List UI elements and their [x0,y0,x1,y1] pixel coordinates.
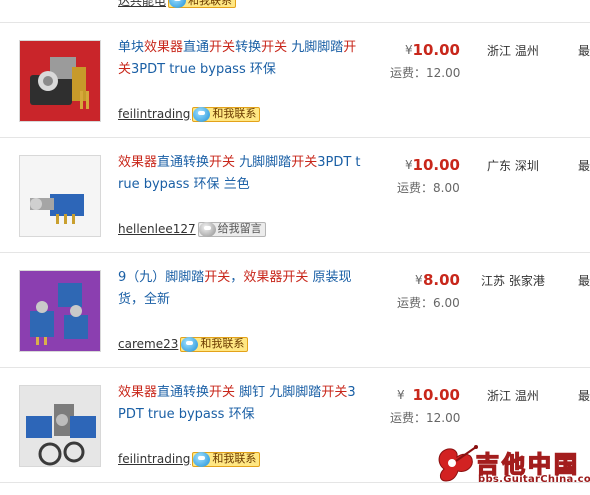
title-keyword-highlight: 效果器开关 [243,270,309,285]
title-text: 九脚脚踏 [235,155,292,170]
seller-link[interactable]: hellenlee127 [118,220,196,238]
listing-row: 9（九）脚脚踏开关，效果器开关 原装现货，全新 careme23 和我联系 ¥8.00… [0,253,590,368]
title-text: 单块 [118,40,145,55]
price: 10.00 [412,41,460,59]
partial-seller-row: 达共能电 和我联系 [118,0,237,9]
listing-row: 效果器直通转换开关 九脚脚踏开关3PDT true bypass 环保 兰色 he… [0,138,590,253]
title-text: 3PDT true bypass 环保 [131,62,276,77]
seller-location: 江苏 张家港 [481,274,545,288]
shipping-fee: 运费：6.00 [397,296,460,310]
product-title-link[interactable]: 效果器直通转换开关 脚钉 九脚脚踏开关3PDT true bypass 环保 [118,382,363,426]
truncated-column-text: 最近 [578,389,590,403]
title-keyword-highlight: 开关 [321,385,348,400]
seller-location: 浙江 温州 [487,44,539,58]
truncated-column-text: 最近 [578,44,590,58]
product-photo [20,156,100,236]
title-text: 转换 [235,40,262,55]
wangwang-icon [181,336,199,352]
title-text: 直通 [183,40,210,55]
title-keyword-highlight: 效果器 [118,385,158,400]
seller-link[interactable]: feilintrading [118,450,190,468]
product-thumbnail[interactable] [19,40,101,122]
guitar-logo-icon [438,445,478,482]
title-text: ， [230,270,244,285]
price: 10.00 [412,156,460,174]
seller-location: 广东 深圳 [487,159,539,173]
seller-link[interactable]: 达共能电 [118,0,166,9]
guitarchina-watermark: 吉他中国 bbs.GuitarChina.com [434,443,590,489]
product-thumbnail[interactable] [19,385,101,467]
listing-row: 单块效果器直通开关转换开关 九脚脚踏开关3PDT true bypass 环保 f… [0,23,590,138]
title-text: 脚钉 九脚脚踏 [235,385,322,400]
contact-label: 给我留言 [217,222,262,235]
contact-button[interactable]: 和我联系 [180,336,249,352]
title-keyword-highlight: 效果器 [118,155,158,170]
seller-link[interactable]: careme23 [118,335,178,353]
contact-label: 和我联系 [200,337,245,350]
title-keyword-highlight: 开关 [291,155,318,170]
seller-info: feilintrading 和我联系 [118,105,261,123]
price: 10.00 [412,386,460,404]
shipping-fee: 运费：8.00 [397,181,460,195]
product-thumbnail[interactable] [19,155,101,237]
seller-info: careme23 和我联系 [118,335,249,353]
title-keyword-highlight: 开关 [204,270,231,285]
title-keyword-highlight: 开关 [209,40,236,55]
product-photo [20,386,100,466]
wangwang-icon [193,106,211,122]
truncated-column-text: 最近 [578,274,590,288]
title-keyword-highlight: 开关 [209,155,236,170]
contact-label: 和我联系 [188,0,233,7]
product-photo [20,271,100,351]
product-title-link[interactable]: 效果器直通转换开关 九脚脚踏开关3PDT true bypass 环保 兰色 [118,152,363,196]
contact-label: 和我联系 [212,452,257,465]
title-text: 九脚脚踏 [287,40,344,55]
leave-message-button[interactable]: 给我留言 [197,221,266,237]
title-text: 直通转换 [157,155,210,170]
product-title-link[interactable]: 单块效果器直通开关转换开关 九脚脚踏开关3PDT true bypass 环保 [118,37,363,81]
contact-button[interactable]: 和我联系 [192,106,261,122]
wangwang-icon [193,451,211,467]
title-text: 直通转换 [157,385,210,400]
product-title-link[interactable]: 9（九）脚脚踏开关，效果器开关 原装现货，全新 [118,267,363,311]
seller-info: feilintrading 和我联系 [118,450,261,468]
title-text: 9（九）脚脚踏 [118,270,205,285]
title-keyword-highlight: 开关 [209,385,236,400]
shipping-fee: 运费：12.00 [390,411,461,425]
seller-info: hellenlee127 给我留言 [118,220,266,238]
offline-wangwang-icon [198,221,216,237]
product-thumbnail[interactable] [19,270,101,352]
wangwang-icon [169,0,187,8]
seller-location: 浙江 温州 [487,389,539,403]
contact-label: 和我联系 [212,107,257,120]
price: 8.00 [422,271,460,289]
seller-link[interactable]: feilintrading [118,105,190,123]
truncated-column-text: 最近 [578,159,590,173]
title-keyword-highlight: 开关 [261,40,288,55]
product-photo [20,41,100,121]
watermark-url: bbs.GuitarChina.com [478,474,590,485]
contact-button[interactable]: 和我联系 [168,0,237,8]
shipping-fee: 运费：12.00 [390,66,461,80]
title-keyword-highlight: 效果器 [144,40,184,55]
contact-button[interactable]: 和我联系 [192,451,261,467]
